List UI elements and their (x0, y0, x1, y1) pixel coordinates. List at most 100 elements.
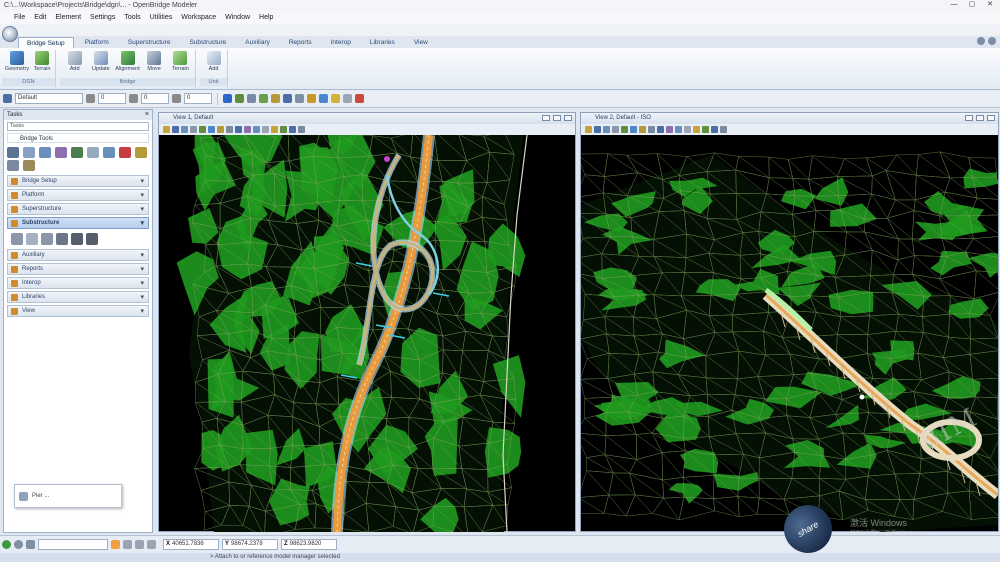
snap-icon[interactable] (283, 94, 292, 103)
tab-libraries[interactable]: Libraries (362, 37, 403, 48)
add-icon[interactable] (2, 540, 11, 549)
tool-icon[interactable] (23, 147, 35, 158)
pile-cap-icon[interactable] (86, 233, 98, 245)
tool-icon[interactable] (87, 147, 99, 158)
section-superstructure[interactable]: Superstructure (7, 203, 149, 215)
menu-tools[interactable]: Tools (124, 14, 140, 21)
accudraw-icon[interactable] (111, 540, 120, 549)
menu-edit[interactable]: Edit (34, 14, 46, 21)
view-close-button[interactable] (987, 115, 995, 121)
tab-platform[interactable]: Platform (77, 37, 117, 48)
element-icon[interactable] (247, 94, 256, 103)
view-2[interactable]: View 2, Default - ISO (580, 112, 999, 532)
select-icon[interactable] (7, 147, 19, 158)
tool-icon[interactable] (103, 147, 115, 158)
tab-superstructure[interactable]: Superstructure (120, 37, 179, 48)
view-tool-icon[interactable] (181, 126, 188, 133)
update-bridge-button[interactable]: Update (89, 50, 112, 78)
view-tool-icon[interactable] (280, 126, 287, 133)
view-tool-icon[interactable] (208, 126, 215, 133)
view-tool-icon[interactable] (657, 126, 664, 133)
tab-substructure[interactable]: Substructure (181, 37, 234, 48)
menu-window[interactable]: Window (225, 14, 250, 21)
view-tool-icon[interactable] (639, 126, 646, 133)
ribbon-minimize-icon[interactable] (988, 37, 996, 45)
abutment-icon[interactable] (26, 233, 38, 245)
tab-bridge-setup[interactable]: Bridge Setup (18, 37, 74, 48)
tool-icon[interactable] (39, 147, 51, 158)
pier-icon[interactable] (11, 233, 23, 245)
view-tool-icon[interactable] (289, 126, 296, 133)
info-icon[interactable] (319, 94, 328, 103)
style-combo[interactable]: 0 (184, 93, 212, 104)
tools-icon[interactable] (355, 94, 364, 103)
section-view[interactable]: View (7, 305, 149, 317)
alignment-button[interactable]: Alignment (115, 50, 140, 78)
view-minimize-button[interactable] (542, 115, 550, 121)
tool-icon[interactable] (7, 160, 19, 171)
ruler-icon[interactable] (135, 540, 144, 549)
view-tool-icon[interactable] (298, 126, 305, 133)
tab-view[interactable]: View (406, 37, 436, 48)
delete-icon[interactable] (119, 147, 131, 158)
weight-combo[interactable]: 0 (141, 93, 169, 104)
fit-view-icon[interactable] (223, 94, 232, 103)
menu-utilities[interactable]: Utilities (150, 14, 173, 21)
locks-icon[interactable] (295, 94, 304, 103)
view-tool-icon[interactable] (172, 126, 179, 133)
view-tool-icon[interactable] (648, 126, 655, 133)
minimize-button[interactable]: — (946, 0, 962, 10)
view-tool-icon[interactable] (666, 126, 673, 133)
coord-x[interactable]: X 40651.7836 (163, 539, 219, 550)
help-icon[interactable] (977, 37, 985, 45)
geometry-button[interactable]: Geometry (5, 50, 29, 78)
view-tool-icon[interactable] (693, 126, 700, 133)
level-combo[interactable]: Default (15, 93, 83, 104)
coord-y[interactable]: Y 98674.2378 (222, 539, 278, 550)
bearing-icon[interactable] (41, 233, 53, 245)
view-1-canvas[interactable] (159, 135, 575, 532)
view-tool-icon[interactable] (244, 126, 251, 133)
view-tool-icon[interactable] (594, 126, 601, 133)
view-tool-icon[interactable] (684, 126, 691, 133)
view-tool-icon[interactable] (675, 126, 682, 133)
menu-file[interactable]: File (14, 14, 25, 21)
footing-icon[interactable] (56, 233, 68, 245)
close-button[interactable]: ✕ (982, 0, 998, 10)
section-substructure[interactable]: Substructure (7, 217, 149, 229)
section-reports[interactable]: Reports (7, 263, 149, 275)
view-tool-icon[interactable] (217, 126, 224, 133)
measure-icon[interactable] (271, 94, 280, 103)
menu-element[interactable]: Element (55, 14, 81, 21)
bridge-tools-item[interactable]: Bridge Tools (7, 133, 149, 143)
menu-workspace[interactable]: Workspace (181, 14, 216, 21)
add-unit-button[interactable]: Add (203, 50, 224, 78)
menu-settings[interactable]: Settings (90, 14, 115, 21)
view-1[interactable]: View 1, Default (158, 112, 576, 532)
close-icon[interactable]: × (145, 110, 149, 120)
view-tool-icon[interactable] (612, 126, 619, 133)
view-tool-icon[interactable] (585, 126, 592, 133)
pile-icon[interactable] (71, 233, 83, 245)
maximize-button[interactable]: ▢ (964, 0, 980, 10)
coord-z[interactable]: Z 98623.9820 (281, 539, 337, 550)
view-tool-icon[interactable] (190, 126, 197, 133)
view-tool-icon[interactable] (235, 126, 242, 133)
print-icon[interactable] (343, 94, 352, 103)
menu-help[interactable]: Help (259, 14, 273, 21)
layer-icon[interactable] (259, 94, 268, 103)
view-2-canvas[interactable] (581, 135, 998, 532)
view-tool-icon[interactable] (253, 126, 260, 133)
add-bridge-button[interactable]: Add (63, 50, 86, 78)
lock-icon[interactable] (147, 540, 156, 549)
view-tool-icon[interactable] (603, 126, 610, 133)
section-libraries[interactable]: Libraries (7, 291, 149, 303)
section-interop[interactable]: Interop (7, 277, 149, 289)
view-tool-icon[interactable] (630, 126, 637, 133)
view-tool-icon[interactable] (199, 126, 206, 133)
view-maximize-button[interactable] (553, 115, 561, 121)
view-tool-icon[interactable] (271, 126, 278, 133)
settings-icon[interactable] (14, 540, 23, 549)
accudraw-icon[interactable] (307, 94, 316, 103)
grid-icon[interactable] (123, 540, 132, 549)
